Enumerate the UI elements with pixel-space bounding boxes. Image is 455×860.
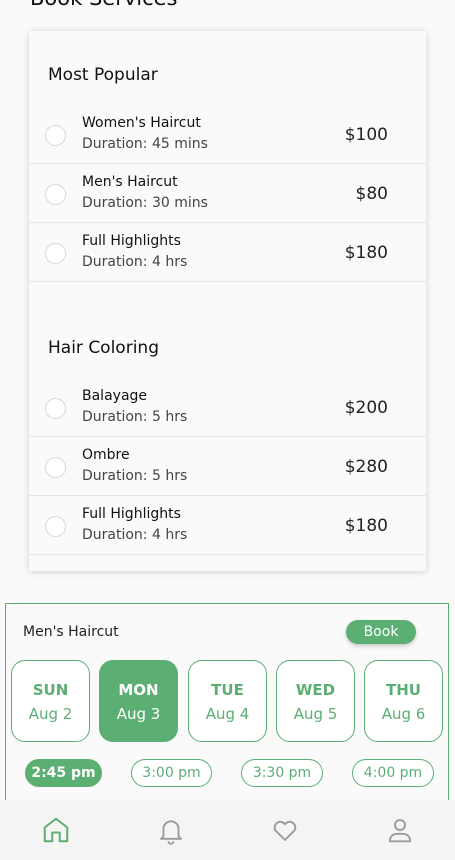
- service-duration: Duration: 45 mins: [82, 136, 208, 152]
- home-icon: [43, 817, 69, 843]
- user-icon: [389, 819, 411, 843]
- day-sun[interactable]: SUN Aug 2: [11, 660, 90, 742]
- time-slot-245[interactable]: 2:45 pm: [25, 759, 102, 787]
- day-date: Aug 5: [293, 705, 338, 723]
- service-name: Full Highlights: [82, 506, 181, 522]
- nav-favorites[interactable]: [270, 815, 300, 845]
- day-thu[interactable]: THU Aug 6: [364, 660, 443, 742]
- service-duration: Duration: 4 hrs: [82, 527, 188, 543]
- service-name: Balayage: [82, 388, 148, 404]
- service-name: Women's Haircut: [82, 115, 201, 131]
- day-of-week: TUE: [211, 681, 244, 699]
- day-wed[interactable]: WED Aug 5: [276, 660, 355, 742]
- page-title: Book Services: [30, 0, 178, 10]
- day-mon[interactable]: MON Aug 3: [99, 660, 178, 742]
- day-of-week: MON: [118, 681, 159, 699]
- service-name: Ombre: [82, 447, 130, 463]
- service-radio[interactable]: [45, 243, 66, 264]
- time-slot-330[interactable]: 3:30 pm: [241, 759, 323, 787]
- service-duration: Duration: 30 mins: [82, 195, 208, 211]
- service-radio[interactable]: [45, 125, 66, 146]
- book-button[interactable]: Book: [346, 620, 416, 644]
- section-title-hair-coloring: Hair Coloring: [48, 338, 159, 358]
- service-radio[interactable]: [45, 184, 66, 205]
- bottom-nav: [0, 800, 455, 860]
- service-radio[interactable]: [45, 398, 66, 419]
- service-price: $280: [344, 457, 388, 477]
- nav-home[interactable]: [41, 815, 71, 845]
- service-price: $200: [344, 398, 388, 418]
- service-radio[interactable]: [45, 516, 66, 537]
- service-row-balayage[interactable]: Balayage Duration: 5 hrs $200: [29, 378, 426, 437]
- service-duration: Duration: 5 hrs: [82, 468, 188, 484]
- service-row-ombre[interactable]: Ombre Duration: 5 hrs $280: [29, 437, 426, 496]
- service-duration: Duration: 4 hrs: [82, 254, 188, 270]
- bell-icon: [160, 820, 182, 845]
- service-row-womens-haircut[interactable]: Women's Haircut Duration: 45 mins $100: [29, 105, 426, 164]
- day-date: Aug 3: [116, 705, 161, 723]
- day-date: Aug 2: [28, 705, 73, 723]
- heart-icon: [273, 820, 297, 841]
- nav-notifications[interactable]: [156, 815, 186, 845]
- day-of-week: SUN: [32, 681, 69, 699]
- day-of-week: WED: [295, 681, 336, 699]
- service-duration: Duration: 5 hrs: [82, 409, 188, 425]
- section-title-most-popular: Most Popular: [48, 65, 158, 85]
- service-name: Full Highlights: [82, 233, 181, 249]
- service-price: $180: [344, 243, 388, 263]
- time-slot-400[interactable]: 4:00 pm: [352, 759, 434, 787]
- day-tue[interactable]: TUE Aug 4: [188, 660, 267, 742]
- service-price: $180: [344, 516, 388, 536]
- booking-panel: Men's Haircut Book SUN Aug 2 MON Aug 3 T…: [5, 603, 449, 803]
- service-row-full-highlights[interactable]: Full Highlights Duration: 4 hrs $180: [29, 223, 426, 282]
- day-of-week: THU: [386, 681, 421, 699]
- services-card: Most Popular Women's Haircut Duration: 4…: [29, 31, 426, 571]
- nav-profile[interactable]: [385, 815, 415, 845]
- selected-service-label: Men's Haircut: [23, 624, 119, 640]
- service-price: $80: [355, 184, 388, 204]
- time-slot-300[interactable]: 3:00 pm: [131, 759, 212, 787]
- day-date: Aug 4: [205, 705, 250, 723]
- service-row-full-highlights-coloring[interactable]: Full Highlights Duration: 4 hrs $180: [29, 496, 426, 555]
- service-price: $100: [344, 125, 388, 145]
- day-date: Aug 6: [381, 705, 426, 723]
- service-name: Men's Haircut: [82, 174, 178, 190]
- service-radio[interactable]: [45, 457, 66, 478]
- service-row-mens-haircut[interactable]: Men's Haircut Duration: 30 mins $80: [29, 164, 426, 223]
